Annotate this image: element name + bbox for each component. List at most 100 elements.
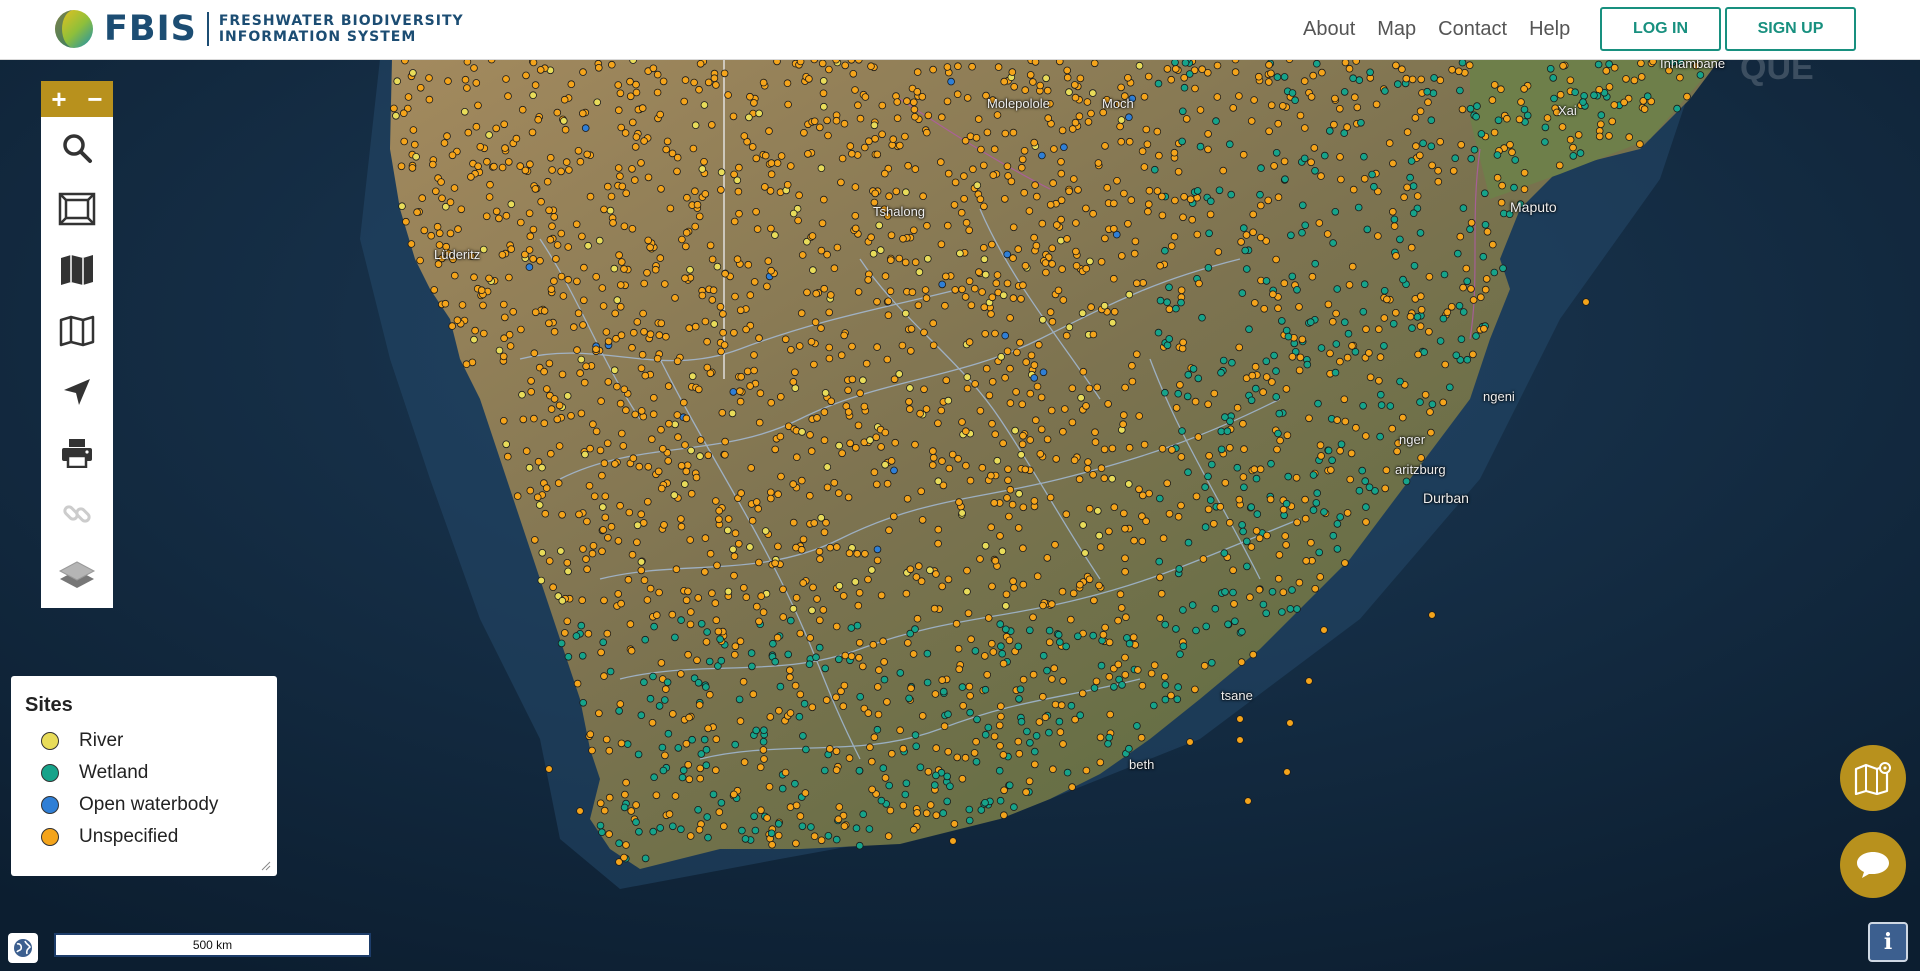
- site-marker[interactable]: [819, 195, 828, 204]
- site-marker[interactable]: [798, 822, 807, 831]
- site-marker[interactable]: [1026, 71, 1035, 79]
- site-marker[interactable]: [668, 822, 677, 831]
- site-marker[interactable]: [458, 301, 467, 309]
- site-marker[interactable]: [1026, 436, 1034, 444]
- site-marker[interactable]: [1566, 76, 1575, 85]
- site-marker[interactable]: [1037, 425, 1046, 434]
- site-marker[interactable]: [1031, 760, 1039, 769]
- site-marker[interactable]: [1095, 531, 1103, 540]
- site-marker[interactable]: [913, 809, 921, 817]
- site-marker[interactable]: [738, 826, 746, 835]
- site-marker[interactable]: [672, 565, 681, 574]
- site-marker[interactable]: [867, 757, 876, 766]
- site-marker[interactable]: [822, 518, 830, 527]
- site-marker[interactable]: [1333, 545, 1342, 553]
- site-marker[interactable]: [1182, 115, 1191, 123]
- site-marker[interactable]: [899, 801, 908, 810]
- site-marker[interactable]: [1610, 101, 1619, 109]
- site-marker[interactable]: [792, 801, 801, 810]
- site-marker[interactable]: [1101, 142, 1109, 150]
- site-marker[interactable]: [766, 488, 775, 497]
- site-marker[interactable]: [499, 352, 508, 361]
- site-marker[interactable]: [1286, 605, 1295, 613]
- site-marker[interactable]: [1517, 98, 1525, 106]
- site-marker[interactable]: [923, 678, 932, 687]
- site-marker[interactable]: [1594, 60, 1603, 69]
- site-marker[interactable]: [1140, 92, 1149, 101]
- site-marker[interactable]: [409, 69, 417, 77]
- site-marker[interactable]: [691, 121, 700, 129]
- site-marker[interactable]: [1125, 137, 1134, 146]
- site-marker[interactable]: [1409, 209, 1418, 218]
- site-marker[interactable]: [643, 269, 651, 277]
- site-marker[interactable]: [613, 296, 622, 304]
- site-marker[interactable]: [703, 813, 711, 821]
- site-marker[interactable]: [751, 826, 760, 835]
- site-marker[interactable]: [930, 781, 939, 789]
- site-marker[interactable]: [1065, 88, 1073, 96]
- site-marker[interactable]: [529, 91, 537, 99]
- site-marker[interactable]: [450, 271, 459, 280]
- site-marker[interactable]: [640, 576, 649, 584]
- site-marker[interactable]: [1481, 221, 1490, 229]
- site-marker[interactable]: [1186, 195, 1195, 204]
- site-marker[interactable]: [438, 194, 446, 203]
- site-marker[interactable]: [1333, 416, 1341, 424]
- site-marker[interactable]: [920, 385, 928, 394]
- site-marker[interactable]: [1134, 666, 1142, 674]
- site-marker[interactable]: [677, 825, 685, 833]
- site-marker[interactable]: [1171, 59, 1179, 67]
- site-marker[interactable]: [1125, 639, 1134, 648]
- site-marker[interactable]: [1683, 92, 1691, 101]
- site-marker[interactable]: [461, 75, 470, 84]
- site-marker[interactable]: [633, 318, 642, 326]
- site-marker[interactable]: [1498, 181, 1506, 190]
- site-marker[interactable]: [1018, 155, 1027, 164]
- site-marker[interactable]: [767, 159, 776, 167]
- site-marker[interactable]: [1124, 73, 1132, 82]
- site-marker[interactable]: [1198, 65, 1206, 73]
- site-marker[interactable]: [581, 450, 589, 459]
- site-marker[interactable]: [583, 565, 591, 574]
- site-marker[interactable]: [826, 291, 835, 299]
- site-marker[interactable]: [671, 633, 679, 642]
- site-marker[interactable]: [652, 791, 661, 800]
- site-marker[interactable]: [1365, 483, 1374, 492]
- site-marker[interactable]: [1019, 431, 1027, 440]
- site-marker[interactable]: [668, 710, 677, 718]
- site-marker[interactable]: [1159, 534, 1168, 543]
- site-marker[interactable]: [753, 225, 762, 233]
- site-marker[interactable]: [895, 370, 903, 378]
- site-marker[interactable]: [1097, 464, 1106, 473]
- site-marker[interactable]: [643, 497, 652, 506]
- site-marker[interactable]: [1333, 285, 1341, 293]
- site-marker[interactable]: [1138, 537, 1147, 546]
- site-marker[interactable]: [615, 858, 623, 866]
- site-marker[interactable]: [1180, 83, 1189, 92]
- site-marker[interactable]: [937, 240, 946, 249]
- site-marker[interactable]: [1058, 265, 1066, 273]
- site-marker[interactable]: [1121, 670, 1130, 679]
- site-marker[interactable]: [911, 258, 920, 267]
- site-marker[interactable]: [654, 467, 663, 476]
- site-marker[interactable]: [958, 683, 967, 691]
- site-marker[interactable]: [1050, 664, 1058, 672]
- site-marker[interactable]: [992, 279, 1001, 288]
- site-marker[interactable]: [702, 761, 711, 769]
- site-marker[interactable]: [686, 620, 695, 629]
- site-marker[interactable]: [1195, 279, 1203, 288]
- site-marker[interactable]: [893, 98, 901, 106]
- site-marker[interactable]: [901, 258, 910, 267]
- site-marker[interactable]: [1093, 383, 1101, 392]
- site-marker[interactable]: [1381, 484, 1389, 493]
- site-marker[interactable]: [1280, 73, 1289, 81]
- site-marker[interactable]: [540, 307, 549, 315]
- site-marker[interactable]: [832, 835, 841, 844]
- site-marker[interactable]: [628, 550, 637, 559]
- site-marker[interactable]: [990, 145, 999, 153]
- site-marker[interactable]: [856, 389, 864, 398]
- site-marker[interactable]: [692, 473, 701, 482]
- site-marker[interactable]: [1029, 613, 1037, 622]
- site-marker[interactable]: [1188, 601, 1197, 609]
- site-marker[interactable]: [1058, 126, 1067, 135]
